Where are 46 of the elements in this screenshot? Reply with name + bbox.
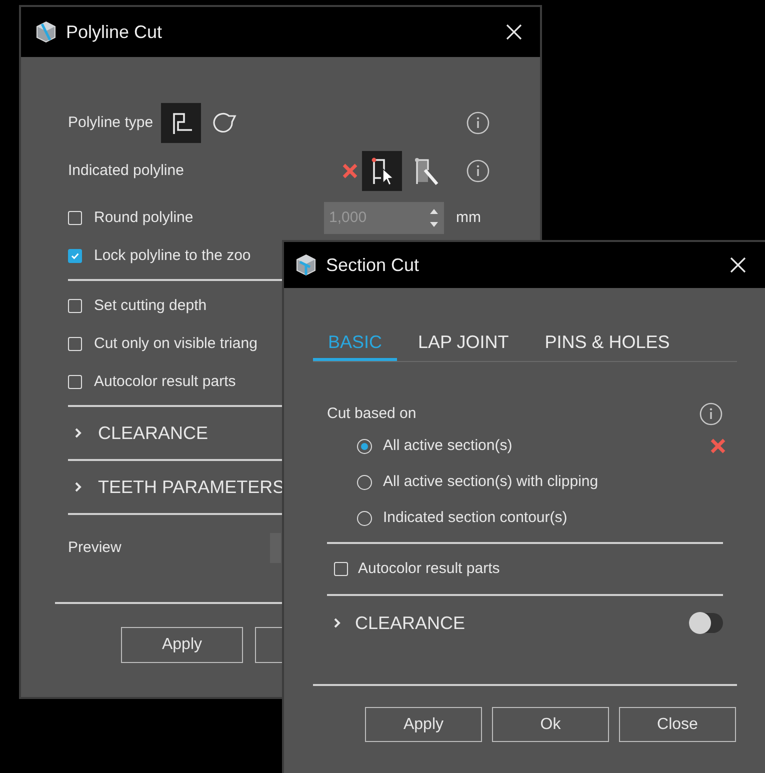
check-icon (70, 251, 80, 261)
window-title: Section Cut (326, 254, 420, 276)
checkbox[interactable] (68, 249, 82, 263)
checkbox[interactable] (68, 299, 82, 313)
tab[interactable]: PINS & HOLES (530, 326, 685, 361)
cube-icon (34, 20, 58, 44)
field-label: Polyline type (68, 112, 154, 133)
window-title: Polyline Cut (66, 20, 164, 44)
dialog-button[interactable]: Apply (365, 707, 482, 742)
radio-label: All active section(s) (383, 436, 514, 456)
checkbox[interactable] (334, 562, 348, 576)
field-label: Cut based on (327, 404, 418, 424)
checkbox-label: Cut only on visible triang (94, 334, 258, 354)
close-icon[interactable] (505, 23, 523, 41)
radio-label: All active section(s) with clipping (383, 472, 600, 492)
polyline-type-button[interactable] (161, 103, 202, 143)
section-header[interactable]: TEETH PARAMETERS (72, 474, 285, 500)
unit-label: mm (456, 208, 482, 228)
toggle-switch[interactable] (689, 613, 723, 633)
apply-button[interactable]: Apply (121, 627, 243, 663)
radio-label: Indicated section contour(s) (383, 508, 568, 528)
checkbox[interactable] (68, 375, 82, 389)
radio-button[interactable] (357, 438, 372, 454)
cube-icon (294, 253, 318, 277)
radio-button[interactable] (357, 510, 372, 526)
checkbox-label: Autocolor result parts (358, 558, 500, 579)
close-icon[interactable] (729, 256, 747, 274)
checkbox[interactable] (68, 211, 82, 225)
info-icon[interactable] (699, 402, 723, 426)
checkbox-label: Set cutting depth (94, 296, 207, 316)
info-icon[interactable] (466, 159, 490, 183)
pick-polyline-button[interactable] (362, 151, 402, 191)
checkbox-label: Lock polyline to the zoo (94, 246, 251, 266)
section-header[interactable]: CLEARANCE (355, 610, 677, 636)
info-icon[interactable] (466, 111, 490, 135)
dialog-button[interactable]: Ok (492, 707, 609, 742)
field-label: Preview (68, 538, 122, 558)
dialog-button[interactable]: Close (619, 707, 736, 742)
checkbox[interactable] (68, 337, 82, 351)
field-label: Indicated polyline (68, 160, 185, 181)
spinner-icon[interactable] (430, 207, 438, 229)
section-header[interactable]: CLEARANCE (72, 420, 208, 446)
tab[interactable]: LAP JOINT (403, 326, 524, 361)
radio-button[interactable] (357, 474, 372, 490)
checkbox-label: Round polyline (94, 208, 194, 228)
checkbox-label: Autocolor result parts (94, 372, 236, 392)
